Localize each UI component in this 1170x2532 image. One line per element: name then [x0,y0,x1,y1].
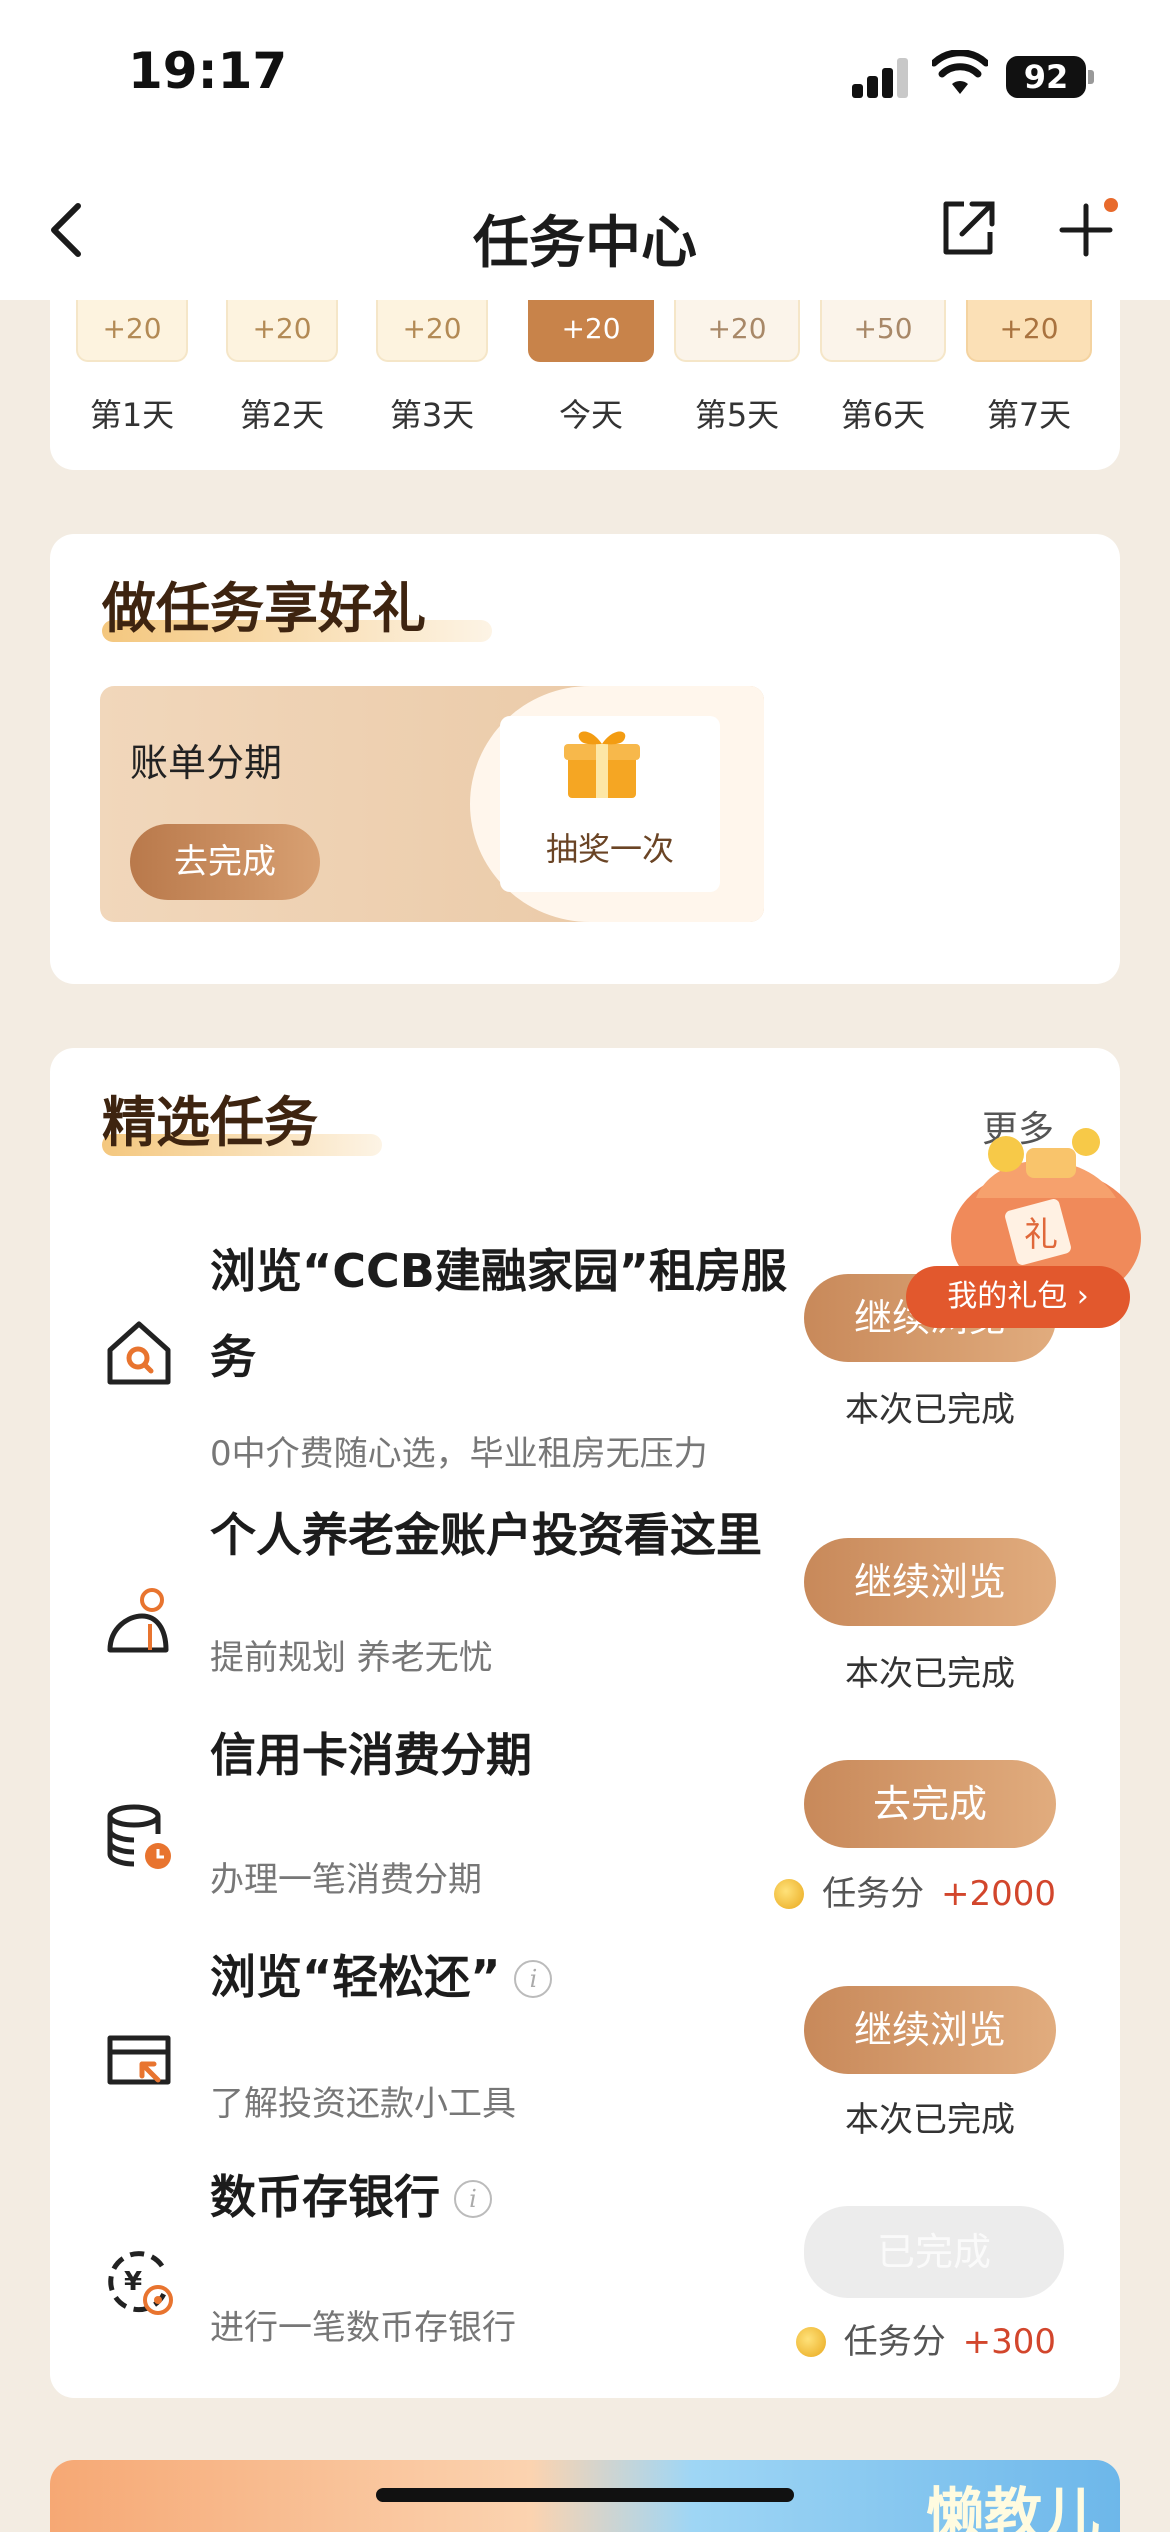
task-title-text: 数币存银行 [210,2170,440,2224]
wifi-icon [932,50,988,94]
day-points: +20 [76,300,188,362]
coin-icon [795,2327,826,2357]
checkin-day[interactable]: +20 第3天 [376,300,488,436]
task-desc: 进行一笔数币存银行 [210,2308,516,2348]
bill-installment-card[interactable]: 账单分期 去完成 抽奖一次 [100,686,764,922]
bill-title: 账单分期 [130,741,283,785]
go-complete-button[interactable]: 去完成 [804,1760,1056,1848]
task-points: 任务分 +300 [795,2314,1056,2363]
task-status: 本次已完成 [845,1654,1015,1694]
day-label: 第5天 [694,396,780,434]
my-gift-bag-button[interactable]: 我的礼包 › [906,1266,1130,1328]
go-complete-button[interactable]: 去完成 [130,824,320,900]
nav-bar: 任务中心 [0,150,1170,300]
home-indicator[interactable] [376,2488,794,2502]
points-label: 任务分 [843,2322,946,2362]
day-label: 第2天 [239,396,325,434]
coin-stack-clock-icon [107,1804,171,1869]
task-status: 本次已完成 [845,1390,1015,1430]
continue-browse-button[interactable]: 继续浏览 [804,1538,1056,1626]
day-points: +20 [528,300,654,362]
house-search-icon [107,1321,171,1385]
points-value: +300 [962,2322,1056,2362]
day-label: 第1天 [89,396,175,434]
task-desc: 提前规划 养老无忧 [210,1638,493,1678]
featured-tasks-section: 精选任务 更多 浏览“CCB建融家园”租房服 务 0中介费随心选，毕业租房无压力… [50,1048,1141,2398]
task-title: 浏览“CCB建融家园”租房服 [210,1244,788,1298]
info-icon[interactable]: i [514,1960,553,1998]
prize-area: 抽奖一次 [470,686,764,922]
section-title: 精选任务 [102,1091,318,1154]
cellular-signal-icon [852,58,910,98]
battery-tip [1088,70,1094,84]
battery-indicator: 92 [1006,56,1086,98]
checkin-day[interactable]: +50 第6天 [820,300,946,436]
task-title-line2: 务 [210,1330,256,1384]
task-desc: 了解投资还款小工具 [210,2084,516,2124]
checkin-day[interactable]: +20 第1天 [76,300,188,436]
notification-dot [1104,198,1118,212]
checkin-day[interactable]: +20 第7天 [966,300,1092,436]
day-points: +20 [674,300,800,362]
prize-box[interactable]: 抽奖一次 [500,716,720,892]
day-label: 今天 [558,396,623,434]
task-title: 信用卡消费分期 [210,1728,532,1782]
day-points: +50 [820,300,946,362]
checkin-day-today[interactable]: +20 今天 [528,300,654,436]
continue-browse-button[interactable]: 继续浏览 [804,1986,1056,2074]
task-points: 任务分 +2000 [774,1866,1056,1915]
task-title: 个人养老金账户投资看这里 [210,1508,762,1562]
section-title: 做任务享好礼 [102,577,426,640]
bag-label: 礼 [1024,1215,1058,1255]
status-bar: 19:17 92 [0,0,1170,150]
gift-box-icon [564,731,640,798]
prize-label: 抽奖一次 [545,830,674,868]
task-desc: 办理一笔消费分期 [210,1860,482,1900]
checkin-day[interactable]: +20 第5天 [674,300,800,436]
status-time: 19:17 [128,42,288,100]
task-title: 数币存银行 i [210,2154,492,2240]
elder-person-icon [107,1588,169,1653]
day-label: 第3天 [389,396,475,434]
points-label: 任务分 [822,1874,925,1914]
card-arrow-icon [107,2035,171,2085]
checkin-day[interactable]: +20 第2天 [226,300,338,436]
day-points: +20 [226,300,338,362]
gift-section: 做任务享好礼 账单分期 去完成 抽奖一次 [50,534,1120,984]
checkin-card: +20 第1天 +20 第2天 +20 第3天 +20 今天 +20 第5天 +… [50,300,1120,470]
day-points: +20 [376,300,488,362]
coin-icon [774,1879,805,1909]
task-title-text: 浏览“轻松还” [210,1950,501,2004]
svg-text:¥: ¥ [124,2267,142,2297]
day-label: 第6天 [840,396,926,434]
day-points: +20 [966,300,1092,362]
completed-button[interactable]: 已完成 [804,2206,1064,2298]
points-value: +2000 [940,1874,1056,1914]
day-label: 第7天 [986,396,1072,434]
share-icon[interactable] [938,198,998,258]
digital-yuan-icon: ¥ [108,2251,173,2315]
task-desc: 0中介费随心选，毕业租房无压力 [210,1434,708,1474]
task-title: 浏览“轻松还” i [210,1934,553,2020]
banner-text: 懒教儿 [925,2481,1100,2532]
info-icon[interactable]: i [454,2180,492,2218]
task-status: 本次已完成 [845,2100,1015,2140]
